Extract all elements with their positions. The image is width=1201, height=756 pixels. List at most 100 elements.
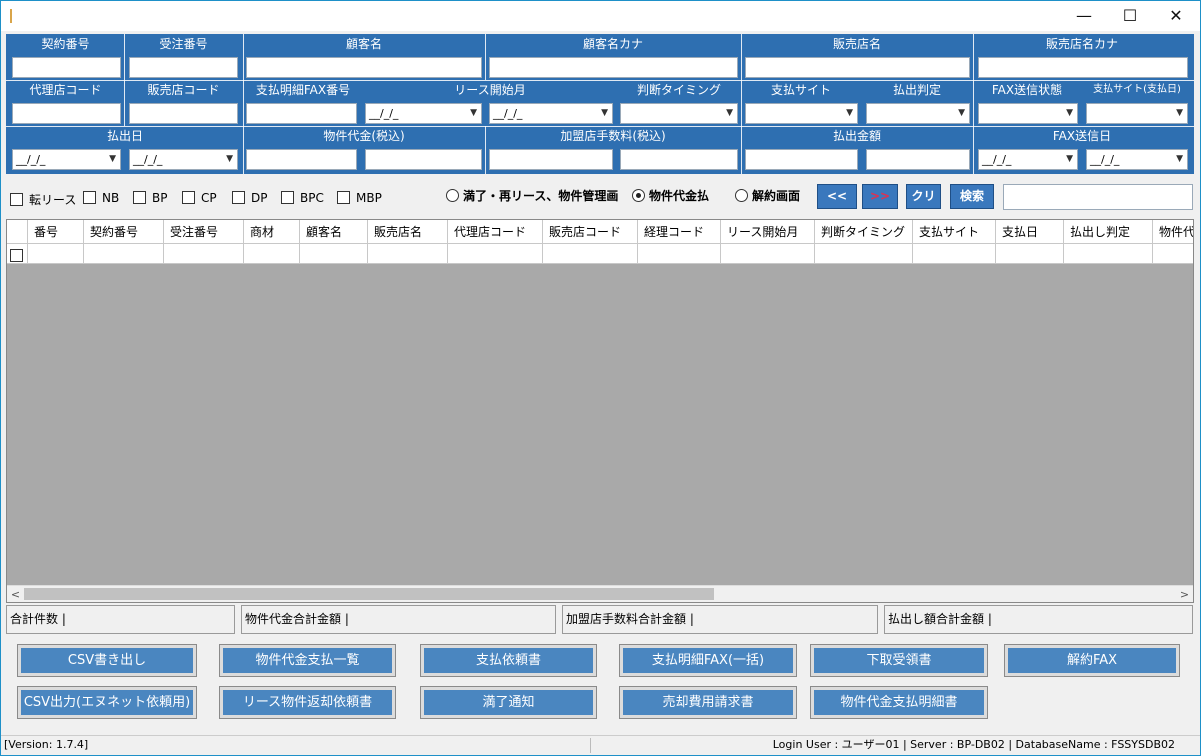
table-cell[interactable]: [244, 244, 300, 264]
prev-button[interactable]: <<: [817, 184, 857, 209]
label-lease-start: リース開始月: [454, 83, 526, 97]
lease-start-to-select[interactable]: __/_/_ ▼: [489, 103, 613, 124]
checkbox-dp[interactable]: DP: [232, 191, 267, 205]
payout-amount-to-input[interactable]: [866, 149, 970, 170]
minimize-button[interactable]: —: [1061, 1, 1107, 31]
fax-number-input[interactable]: [246, 103, 357, 124]
radio-circle: [735, 189, 748, 202]
checkbox-bp[interactable]: BP: [133, 191, 167, 205]
grid-header-cell[interactable]: 販売店コード: [543, 220, 638, 244]
table-cell[interactable]: [638, 244, 721, 264]
sale-cost-invoice-button[interactable]: 売却費用請求書: [619, 686, 797, 719]
payout-judge-select[interactable]: ▼: [866, 103, 970, 124]
contract-no-input[interactable]: [12, 57, 121, 78]
fax-sent-from-select[interactable]: __/_/_ ▼: [978, 149, 1078, 170]
trade-in-receipt-button[interactable]: 下取受領書: [810, 644, 988, 677]
table-cell[interactable]: [543, 244, 638, 264]
table-cell[interactable]: [300, 244, 368, 264]
table-cell[interactable]: [84, 244, 164, 264]
radio-expiry-screen[interactable]: 満了・再リース、物件管理画: [446, 187, 618, 204]
grid-header-cell[interactable]: 支払サイト: [913, 220, 996, 244]
scroll-right-icon[interactable]: >: [1176, 586, 1193, 602]
clear-button[interactable]: クリ: [906, 184, 941, 209]
search-button[interactable]: 検索: [950, 184, 994, 209]
grid-header-cell[interactable]: 判断タイミング: [815, 220, 913, 244]
item-price-to-input[interactable]: [365, 149, 482, 170]
checkbox-bpc[interactable]: BPC: [281, 191, 324, 205]
table-cell[interactable]: [1064, 244, 1153, 264]
checkbox-box: [83, 191, 96, 204]
grid-header-cell[interactable]: 受注番号: [164, 220, 244, 244]
item-price-from-input[interactable]: [246, 149, 357, 170]
scrollbar-thumb[interactable]: [24, 588, 714, 600]
results-grid[interactable]: 番号 契約番号 受注番号 商材 顧客名 販売店名 代理店コード 販売店コード 経…: [6, 219, 1194, 603]
fax-status-select[interactable]: ▼: [978, 103, 1078, 124]
total-count: 合計件数 |: [6, 605, 235, 634]
grid-header-cell[interactable]: 番号: [28, 220, 84, 244]
member-fee-to-input[interactable]: [620, 149, 738, 170]
checkbox-mbp[interactable]: MBP: [337, 191, 382, 205]
expiry-notice-button[interactable]: 満了通知: [420, 686, 597, 719]
member-fee-from-input[interactable]: [489, 149, 613, 170]
fax-sent-to-select[interactable]: __/_/_ ▼: [1086, 149, 1188, 170]
grid-header-cell[interactable]: 販売店名: [368, 220, 448, 244]
label-fax-number: 支払明細FAX番号: [255, 83, 351, 97]
customer-kana-input[interactable]: [489, 57, 738, 78]
grid-header-cell[interactable]: 顧客名: [300, 220, 368, 244]
grid-header-cell[interactable]: リース開始月: [721, 220, 815, 244]
table-cell[interactable]: [164, 244, 244, 264]
table-cell[interactable]: [28, 244, 84, 264]
table-cell[interactable]: [913, 244, 996, 264]
maximize-button[interactable]: ☐: [1107, 1, 1153, 31]
table-cell[interactable]: [448, 244, 543, 264]
checkbox-nb[interactable]: NB: [83, 191, 119, 205]
lease-return-request-button[interactable]: リース物件返却依頼書: [219, 686, 396, 719]
item-payment-statement-button[interactable]: 物件代金支払明細書: [810, 686, 988, 719]
dealer-name-input[interactable]: [745, 57, 970, 78]
grid-header-cell[interactable]: 支払日: [996, 220, 1064, 244]
table-cell[interactable]: [815, 244, 913, 264]
agent-code-input[interactable]: [12, 103, 121, 124]
cancel-fax-button[interactable]: 解約FAX: [1004, 644, 1180, 677]
item-payment-list-button[interactable]: 物件代金支払一覧: [219, 644, 396, 677]
order-no-input[interactable]: [129, 57, 238, 78]
app-icon: [10, 9, 16, 23]
scroll-left-icon[interactable]: <: [7, 586, 24, 602]
grid-header-cell[interactable]: 経理コード: [638, 220, 721, 244]
grid-header-cell[interactable]: 代理店コード: [448, 220, 543, 244]
search-input[interactable]: [1003, 184, 1193, 210]
lease-start-from-select[interactable]: __/_/_ ▼: [365, 103, 482, 124]
payout-amount-from-input[interactable]: [745, 149, 858, 170]
dealer-kana-input[interactable]: [978, 57, 1188, 78]
payout-date-from-select[interactable]: __/_/_ ▼: [12, 149, 121, 170]
grid-header-cell[interactable]: 物件代: [1153, 220, 1193, 244]
pay-site-select[interactable]: ▼: [745, 103, 858, 124]
table-cell[interactable]: [721, 244, 815, 264]
close-button[interactable]: ✕: [1153, 1, 1199, 31]
timing-select[interactable]: ▼: [620, 103, 738, 124]
payment-request-button[interactable]: 支払依頼書: [420, 644, 597, 677]
csv-output-ennet-button[interactable]: CSV出力(エヌネット依頼用): [17, 686, 197, 719]
row-checkbox[interactable]: [7, 244, 28, 264]
divider: [6, 80, 1194, 81]
radio-item-payment[interactable]: 物件代金払: [632, 187, 709, 204]
grid-header-cell[interactable]: 契約番号: [84, 220, 164, 244]
pay-site-date-select[interactable]: ▼: [1086, 103, 1188, 124]
table-cell[interactable]: [1153, 244, 1193, 264]
checkbox-tenlease[interactable]: 転リース: [10, 191, 76, 208]
customer-name-input[interactable]: [246, 57, 482, 78]
radio-cancel-screen[interactable]: 解約画面: [735, 187, 800, 204]
grid-header: 番号 契約番号 受注番号 商材 顧客名 販売店名 代理店コード 販売店コード 経…: [7, 220, 1193, 244]
horizontal-scrollbar[interactable]: < >: [7, 585, 1193, 602]
table-cell[interactable]: [996, 244, 1064, 264]
next-button[interactable]: >>: [862, 184, 898, 209]
table-cell[interactable]: [368, 244, 448, 264]
dealer-code-input[interactable]: [129, 103, 238, 124]
payment-fax-bulk-button[interactable]: 支払明細FAX(一括): [619, 644, 797, 677]
grid-header-cell[interactable]: 払出し判定: [1064, 220, 1153, 244]
grid-header-cell[interactable]: 商材: [244, 220, 300, 244]
table-row[interactable]: [7, 244, 1193, 264]
checkbox-cp[interactable]: CP: [182, 191, 217, 205]
csv-export-button[interactable]: CSV書き出し: [17, 644, 197, 677]
payout-date-to-select[interactable]: __/_/_ ▼: [129, 149, 238, 170]
